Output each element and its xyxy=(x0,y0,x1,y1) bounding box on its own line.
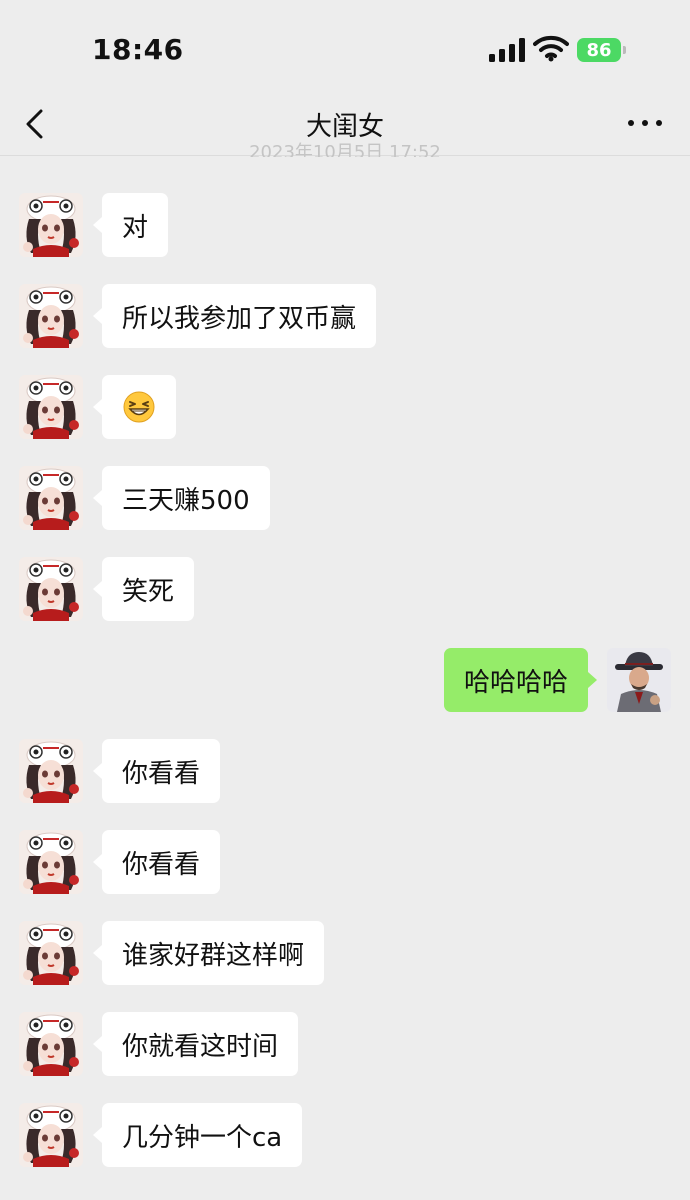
contact-avatar[interactable] xyxy=(19,466,83,530)
incoming-message: 三天赚500 xyxy=(0,466,690,532)
incoming-message: 所以我参加了双币赢 xyxy=(0,284,690,350)
battery-level: 86 xyxy=(586,39,612,61)
message-text: 对 xyxy=(122,212,149,243)
contact-avatar[interactable] xyxy=(19,375,83,439)
message-bubble[interactable]: 哈哈哈哈 xyxy=(443,648,598,712)
contact-avatar[interactable] xyxy=(19,921,83,985)
incoming-message: 笑死 xyxy=(0,557,690,623)
message-bubble[interactable]: 三天赚500 xyxy=(93,466,270,530)
chat-screen: 18:46 86 大闺女 2023年10月5日 17:52 对 所以我参加了双币… xyxy=(0,0,690,1200)
incoming-message: 几分钟一个ca xyxy=(0,1103,690,1169)
message-text: 你看看 xyxy=(122,758,201,789)
message-text: 三天赚500 xyxy=(122,485,250,516)
message-bubble[interactable]: 谁家好群这样啊 xyxy=(92,921,325,985)
more-options-icon[interactable] xyxy=(628,110,662,136)
status-bar: 18:46 86 xyxy=(0,0,690,100)
message-text: 所以我参加了双币赢 xyxy=(122,303,357,334)
incoming-message: 你看看 xyxy=(0,739,690,805)
contact-avatar[interactable] xyxy=(19,739,83,803)
back-chevron-icon[interactable] xyxy=(22,108,48,140)
message-bubble[interactable]: 对 xyxy=(92,193,169,257)
wifi-icon xyxy=(533,35,569,62)
message-bubble[interactable]: 笑死 xyxy=(92,557,195,621)
outgoing-message: 哈哈哈哈 xyxy=(0,648,690,714)
message-bubble[interactable]: 你看看 xyxy=(92,739,221,803)
contact-avatar[interactable] xyxy=(19,557,83,621)
incoming-message: 谁家好群这样啊 xyxy=(0,921,690,987)
message-text: 你就看这时间 xyxy=(122,1031,279,1062)
message-bubble[interactable]: 几分钟一个ca xyxy=(92,1103,303,1167)
incoming-message: 你看看 xyxy=(0,830,690,896)
cellular-signal-icon xyxy=(489,38,525,62)
battery-icon: 86 xyxy=(577,38,626,62)
message-text: 哈哈哈哈 xyxy=(463,667,568,698)
message-bubble[interactable]: 你看看 xyxy=(92,830,221,894)
message-text: 谁家好群这样啊 xyxy=(122,940,305,971)
contact-avatar[interactable] xyxy=(19,1012,83,1076)
incoming-message xyxy=(0,375,690,441)
message-bubble[interactable]: 你就看这时间 xyxy=(92,1012,299,1076)
contact-avatar[interactable] xyxy=(19,193,83,257)
message-timestamp: 2023年10月5日 17:52 xyxy=(249,142,441,158)
grinning-squinting-face-icon xyxy=(122,390,156,424)
incoming-message: 对 xyxy=(0,193,690,259)
message-text: 几分钟一个ca xyxy=(122,1122,283,1153)
incoming-message: 你就看这时间 xyxy=(0,1012,690,1078)
message-text: 你看看 xyxy=(122,849,201,880)
message-text: 笑死 xyxy=(122,576,175,607)
contact-avatar[interactable] xyxy=(19,1103,83,1167)
contact-avatar[interactable] xyxy=(19,830,83,894)
message-bubble[interactable] xyxy=(93,375,176,439)
timestamp-overlay xyxy=(0,157,690,169)
my-avatar[interactable] xyxy=(607,648,671,712)
message-bubble[interactable]: 所以我参加了双币赢 xyxy=(92,284,377,348)
contact-avatar[interactable] xyxy=(19,284,83,348)
status-time: 18:46 xyxy=(92,33,184,66)
